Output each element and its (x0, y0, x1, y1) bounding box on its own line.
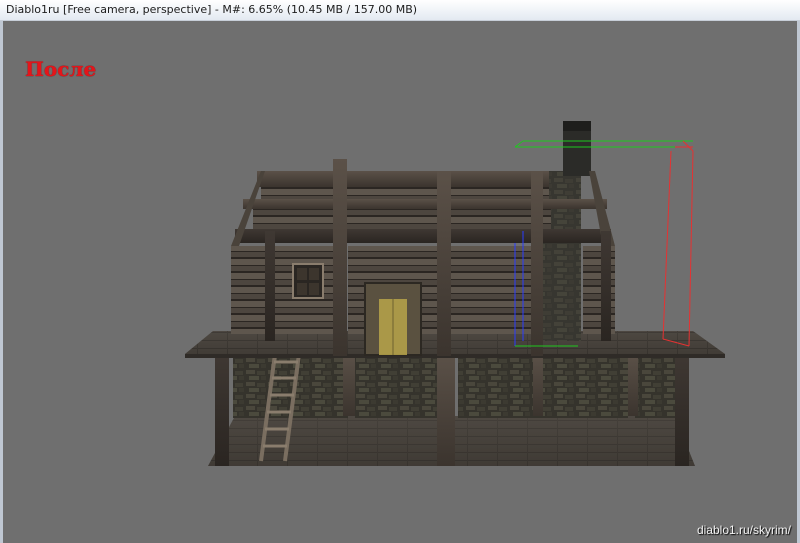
upper-wall-left (231, 246, 341, 334)
lower-wall-far-right (635, 356, 675, 418)
overlay-label: После (25, 57, 97, 81)
lower-wall-center (355, 356, 440, 418)
3d-viewport[interactable]: После diablo1.ru/skyrim/ (0, 21, 800, 543)
post (628, 354, 638, 416)
window-frame (292, 263, 324, 299)
post (343, 354, 355, 416)
post (215, 354, 229, 466)
deck-edge (185, 354, 725, 358)
door[interactable] (364, 282, 422, 356)
app-window: Diablo1ru [Free camera, perspective] - M… (0, 0, 800, 543)
3d-scene[interactable] (3, 21, 797, 543)
post (533, 354, 543, 416)
watermark: diablo1.ru/skyrim/ (696, 523, 791, 537)
post (675, 354, 689, 466)
window-title: Diablo1ru [Free camera, perspective] - M… (6, 3, 418, 16)
title-bar[interactable]: Diablo1ru [Free camera, perspective] - M… (0, 0, 800, 21)
post (437, 354, 455, 466)
